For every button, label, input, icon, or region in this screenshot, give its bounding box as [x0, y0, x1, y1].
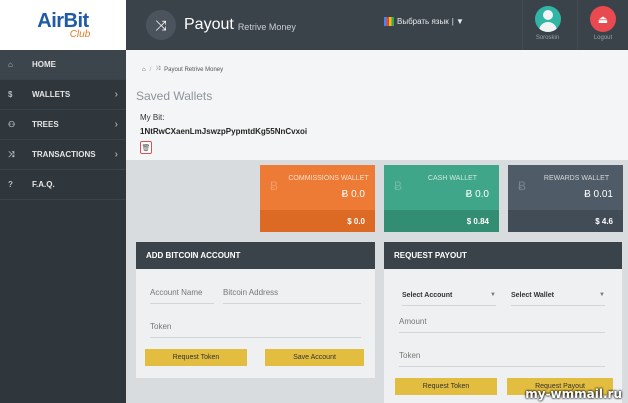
wallet-name: REWARDS WALLET — [543, 175, 610, 182]
save-account-button[interactable]: Save Account — [265, 349, 364, 366]
wallet-card-top: Ƀ CASH WALLET Ƀ 0.0 — [384, 165, 499, 210]
panel-title: REQUEST PAYOUT — [384, 242, 622, 269]
sidebar-item-transactions[interactable]: ⤨ TRANSACTIONS › — [0, 140, 126, 170]
chevron-right-icon: › — [114, 119, 118, 130]
page-title: Payout — [184, 16, 234, 33]
logout-icon: ⏏ — [590, 6, 616, 32]
home-icon: ⌂ — [8, 60, 13, 69]
breadcrumb-separator: / — [149, 66, 152, 73]
token-input[interactable]: Token — [150, 322, 361, 338]
breadcrumb: ⌂ / ⤨ Payout Retrive Money — [142, 66, 223, 73]
google-translate-icon — [384, 17, 394, 26]
sidebar-item-label: TREES — [32, 120, 59, 129]
question-icon: ? — [8, 180, 13, 189]
wallet-name: COMMISSIONS WALLET — [288, 175, 369, 182]
sidebar-item-label: TRANSACTIONS — [32, 150, 96, 159]
language-selector[interactable]: Выбрать язык | ▼ — [384, 17, 464, 26]
panel-title: ADD BITCOIN ACCOUNT — [136, 242, 375, 269]
trash-icon: 🗑 — [141, 144, 151, 152]
wallet-usd-balance: $ 0.0 — [260, 210, 375, 232]
select-account-dropdown[interactable]: Select Account ▼ — [402, 292, 496, 306]
logo-text: AirBit — [37, 9, 89, 32]
username: Soroskin — [535, 35, 560, 41]
dollar-icon: $ — [8, 90, 13, 99]
shuffle-icon: ⤨ — [146, 10, 176, 40]
wallet-name: CASH WALLET — [427, 175, 478, 182]
request-token-button[interactable]: Request Token — [145, 349, 247, 366]
sidebar-item-label: F.A.Q. — [32, 180, 55, 189]
wallet-btc-balance: Ƀ 0.01 — [584, 189, 613, 200]
logo-subtext: Club — [69, 28, 91, 40]
chevron-right-icon: › — [114, 89, 118, 100]
select-wallet-label: Select Wallet — [511, 292, 554, 299]
chevron-down-icon: | ▼ — [451, 17, 464, 26]
logout-label: Logout — [593, 35, 613, 41]
airbit-logo[interactable]: AirBit Club — [0, 0, 126, 50]
request-payout-panel: REQUEST PAYOUT Select Account ▼ Select W… — [384, 242, 622, 403]
avatar — [534, 6, 561, 32]
user-profile[interactable]: Soroskin — [522, 0, 572, 50]
wallet-btc-balance: Ƀ 0.0 — [465, 189, 489, 200]
sidebar-item-label: HOME — [32, 60, 56, 69]
mybit-label: My Bit: — [140, 113, 165, 122]
token-input[interactable]: Token — [399, 351, 605, 367]
sidebar-item-faq[interactable]: ? F.A.Q. — [0, 170, 126, 200]
caret-down-icon: ▼ — [490, 292, 496, 298]
sidebar: AirBit Club ⌂ HOME $ WALLETS › ⚇ TREES ›… — [0, 0, 126, 403]
sidebar-item-wallets[interactable]: $ WALLETS › — [0, 80, 126, 110]
select-account-label: Select Account — [402, 292, 453, 299]
breadcrumb-current: Payout Retrive Money — [164, 66, 224, 73]
breadcrumb-home-icon[interactable]: ⌂ — [142, 67, 146, 73]
avatar-body-shape — [538, 22, 557, 32]
bitcoin-address-input[interactable]: Bitcoin Address — [223, 288, 361, 304]
caret-down-icon: ▼ — [599, 292, 605, 298]
wallet-card-top: Ƀ COMMISSIONS WALLET Ƀ 0.0 — [260, 165, 375, 210]
saved-wallets-section: ⌂ / ⤨ Payout Retrive Money Saved Wallets… — [126, 50, 628, 160]
wallet-usd-balance: $ 0.84 — [384, 210, 499, 232]
page-subtitle: Retrive Money — [237, 22, 296, 32]
site-watermark: my-wmmail.ru — [525, 387, 622, 401]
sidebar-nav: ⌂ HOME $ WALLETS › ⚇ TREES › ⤨ TRANSACTI… — [0, 50, 126, 200]
wallet-btc-balance: Ƀ 0.0 — [341, 189, 365, 200]
bitcoin-address: 1NtRwCXaenLmJswzpPypmtdKg55NnCvxoi — [140, 127, 308, 136]
users-icon: ⚇ — [8, 120, 16, 129]
account-name-input[interactable]: Account Name — [150, 288, 214, 304]
select-wallet-dropdown[interactable]: Select Wallet ▼ — [511, 292, 605, 306]
request-token-button[interactable]: Request Token — [395, 378, 497, 395]
sidebar-item-trees[interactable]: ⚇ TREES › — [0, 110, 126, 140]
shuffle-icon: ⤨ — [155, 66, 161, 72]
amount-input[interactable]: Amount — [399, 317, 605, 333]
saved-wallets-title: Saved Wallets — [136, 89, 213, 103]
top-bar: ⤨ Payout Retrive Money Выбрать язык | ▼ … — [126, 0, 628, 50]
commissions-wallet-card: Ƀ COMMISSIONS WALLET Ƀ 0.0 $ 0.0 — [260, 165, 375, 232]
shuffle-icon: ⤨ — [8, 149, 15, 159]
chevron-right-icon: › — [114, 149, 118, 160]
wallet-card-top: Ƀ REWARDS WALLET Ƀ 0.01 — [508, 165, 623, 210]
wallet-usd-balance: $ 4.6 — [508, 210, 623, 232]
delete-wallet-button[interactable]: 🗑 — [140, 141, 152, 154]
sidebar-item-home[interactable]: ⌂ HOME — [0, 50, 126, 80]
language-label: Выбрать язык — [397, 17, 449, 26]
logout-button[interactable]: ⏏ Logout — [577, 0, 628, 50]
sidebar-item-label: WALLETS — [32, 90, 71, 99]
rewards-wallet-card: Ƀ REWARDS WALLET Ƀ 0.01 $ 4.6 — [508, 165, 623, 232]
avatar-head-shape — [542, 10, 553, 20]
cash-wallet-card: Ƀ CASH WALLET Ƀ 0.0 $ 0.84 — [384, 165, 499, 232]
add-bitcoin-account-panel: ADD BITCOIN ACCOUNT Account Name Bitcoin… — [136, 242, 375, 378]
